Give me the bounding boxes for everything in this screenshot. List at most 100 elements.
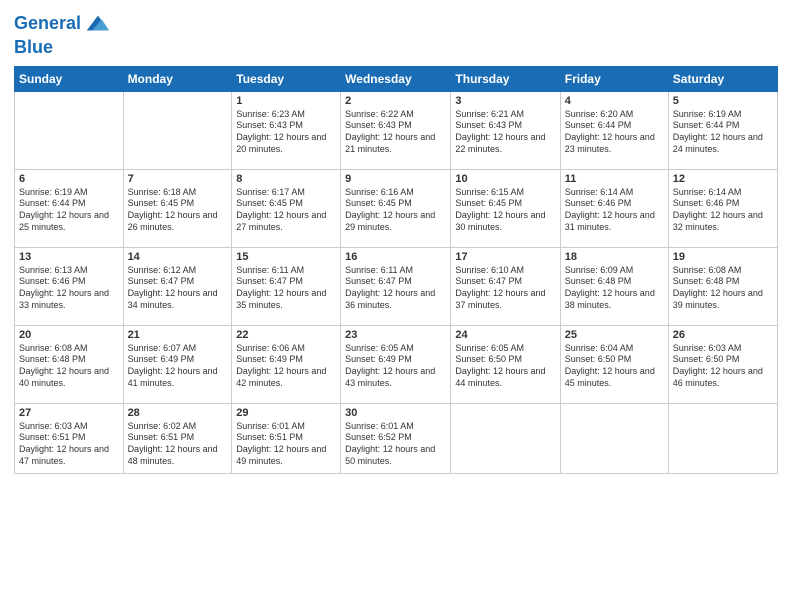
day-number: 6: [19, 173, 119, 185]
day-number: 14: [128, 251, 228, 263]
calendar: SundayMondayTuesdayWednesdayThursdayFrid…: [14, 66, 778, 474]
calendar-cell: 20 Sunrise: 6:08 AM Sunset: 6:48 PM Dayli…: [15, 325, 124, 403]
day-number: 1: [236, 95, 336, 107]
cell-text: Sunrise: 6:19 AM Sunset: 6:44 PM Dayligh…: [19, 187, 119, 234]
cell-text: Sunrise: 6:15 AM Sunset: 6:45 PM Dayligh…: [455, 187, 555, 234]
calendar-cell: 15 Sunrise: 6:11 AM Sunset: 6:47 PM Dayli…: [232, 247, 341, 325]
weekday-header-friday: Friday: [560, 66, 668, 91]
cell-text: Sunrise: 6:11 AM Sunset: 6:47 PM Dayligh…: [345, 265, 446, 312]
cell-text: Sunrise: 6:22 AM Sunset: 6:43 PM Dayligh…: [345, 109, 446, 156]
weekday-header-saturday: Saturday: [668, 66, 777, 91]
week-row-2: 6 Sunrise: 6:19 AM Sunset: 6:44 PM Daylig…: [15, 169, 778, 247]
week-row-3: 13Sunrise: 6:13 AM Sunset: 6:46 PM Dayli…: [15, 247, 778, 325]
week-row-4: 20 Sunrise: 6:08 AM Sunset: 6:48 PM Dayli…: [15, 325, 778, 403]
cell-text: Sunrise: 6:01 AM Sunset: 6:51 PM Dayligh…: [236, 421, 336, 468]
cell-text: Sunrise: 6:05 AM Sunset: 6:50 PM Dayligh…: [455, 343, 555, 390]
cell-text: Sunrise: 6:14 AM Sunset: 6:46 PM Dayligh…: [673, 187, 773, 234]
week-row-5: 27 Sunrise: 6:03 AM Sunset: 6:51 PM Dayli…: [15, 403, 778, 473]
day-number: 27: [19, 407, 119, 419]
calendar-cell: 12 Sunrise: 6:14 AM Sunset: 6:46 PM Dayli…: [668, 169, 777, 247]
cell-text: Sunrise: 6:18 AM Sunset: 6:45 PM Dayligh…: [128, 187, 228, 234]
weekday-header-row: SundayMondayTuesdayWednesdayThursdayFrid…: [15, 66, 778, 91]
calendar-cell: 4 Sunrise: 6:20 AM Sunset: 6:44 PM Daylig…: [560, 91, 668, 169]
cell-text: Sunrise: 6:16 AM Sunset: 6:45 PM Dayligh…: [345, 187, 446, 234]
calendar-cell: 2 Sunrise: 6:22 AM Sunset: 6:43 PM Daylig…: [341, 91, 451, 169]
calendar-cell: 27 Sunrise: 6:03 AM Sunset: 6:51 PM Dayli…: [15, 403, 124, 473]
cell-text: Sunrise: 6:07 AM Sunset: 6:49 PM Dayligh…: [128, 343, 228, 390]
calendar-cell: 6 Sunrise: 6:19 AM Sunset: 6:44 PM Daylig…: [15, 169, 124, 247]
day-number: 3: [455, 95, 555, 107]
cell-text: Sunrise: 6:20 AM Sunset: 6:44 PM Dayligh…: [565, 109, 664, 156]
calendar-cell: 18 Sunrise: 6:09 AM Sunset: 6:48 PM Dayli…: [560, 247, 668, 325]
day-number: 24: [455, 329, 555, 341]
calendar-cell: 21 Sunrise: 6:07 AM Sunset: 6:49 PM Dayli…: [123, 325, 232, 403]
day-number: 23: [345, 329, 446, 341]
logo: General Blue: [14, 10, 111, 58]
calendar-cell: 3Sunrise: 6:21 AM Sunset: 6:43 PM Daylig…: [451, 91, 560, 169]
cell-text: Sunrise: 6:01 AM Sunset: 6:52 PM Dayligh…: [345, 421, 446, 468]
day-number: 5: [673, 95, 773, 107]
day-number: 7: [128, 173, 228, 185]
calendar-cell: [668, 403, 777, 473]
calendar-cell: [560, 403, 668, 473]
calendar-cell: [451, 403, 560, 473]
calendar-cell: 16 Sunrise: 6:11 AM Sunset: 6:47 PM Dayli…: [341, 247, 451, 325]
day-number: 17: [455, 251, 555, 263]
cell-text: Sunrise: 6:03 AM Sunset: 6:51 PM Dayligh…: [19, 421, 119, 468]
cell-text: Sunrise: 6:17 AM Sunset: 6:45 PM Dayligh…: [236, 187, 336, 234]
day-number: 18: [565, 251, 664, 263]
day-number: 11: [565, 173, 664, 185]
day-number: 26: [673, 329, 773, 341]
calendar-cell: 25 Sunrise: 6:04 AM Sunset: 6:50 PM Dayli…: [560, 325, 668, 403]
calendar-cell: 23Sunrise: 6:05 AM Sunset: 6:49 PM Dayli…: [341, 325, 451, 403]
cell-text: Sunrise: 6:04 AM Sunset: 6:50 PM Dayligh…: [565, 343, 664, 390]
weekday-header-wednesday: Wednesday: [341, 66, 451, 91]
day-number: 28: [128, 407, 228, 419]
calendar-cell: 11 Sunrise: 6:14 AM Sunset: 6:46 PM Dayli…: [560, 169, 668, 247]
calendar-cell: 26Sunrise: 6:03 AM Sunset: 6:50 PM Dayli…: [668, 325, 777, 403]
page: General Blue SundayMondayTuesdayWednesda…: [0, 0, 792, 612]
cell-text: Sunrise: 6:11 AM Sunset: 6:47 PM Dayligh…: [236, 265, 336, 312]
calendar-cell: 8 Sunrise: 6:17 AM Sunset: 6:45 PM Daylig…: [232, 169, 341, 247]
calendar-cell: [15, 91, 124, 169]
day-number: 12: [673, 173, 773, 185]
day-number: 4: [565, 95, 664, 107]
calendar-cell: 22 Sunrise: 6:06 AM Sunset: 6:49 PM Dayli…: [232, 325, 341, 403]
calendar-cell: 5 Sunrise: 6:19 AM Sunset: 6:44 PM Daylig…: [668, 91, 777, 169]
cell-text: Sunrise: 6:06 AM Sunset: 6:49 PM Dayligh…: [236, 343, 336, 390]
day-number: 21: [128, 329, 228, 341]
cell-text: Sunrise: 6:08 AM Sunset: 6:48 PM Dayligh…: [673, 265, 773, 312]
day-number: 15: [236, 251, 336, 263]
cell-text: Sunrise: 6:19 AM Sunset: 6:44 PM Dayligh…: [673, 109, 773, 156]
cell-text: Sunrise: 6:23 AM Sunset: 6:43 PM Dayligh…: [236, 109, 336, 156]
day-number: 20: [19, 329, 119, 341]
calendar-cell: 13Sunrise: 6:13 AM Sunset: 6:46 PM Dayli…: [15, 247, 124, 325]
calendar-cell: 10 Sunrise: 6:15 AM Sunset: 6:45 PM Dayli…: [451, 169, 560, 247]
logo-text: General: [14, 14, 81, 34]
calendar-cell: 17 Sunrise: 6:10 AM Sunset: 6:47 PM Dayli…: [451, 247, 560, 325]
day-number: 22: [236, 329, 336, 341]
calendar-cell: 1 Sunrise: 6:23 AM Sunset: 6:43 PM Daylig…: [232, 91, 341, 169]
day-number: 10: [455, 173, 555, 185]
header: General Blue: [14, 10, 778, 58]
cell-text: Sunrise: 6:12 AM Sunset: 6:47 PM Dayligh…: [128, 265, 228, 312]
calendar-cell: 28Sunrise: 6:02 AM Sunset: 6:51 PM Dayli…: [123, 403, 232, 473]
cell-text: Sunrise: 6:09 AM Sunset: 6:48 PM Dayligh…: [565, 265, 664, 312]
calendar-cell: 7 Sunrise: 6:18 AM Sunset: 6:45 PM Daylig…: [123, 169, 232, 247]
cell-text: Sunrise: 6:14 AM Sunset: 6:46 PM Dayligh…: [565, 187, 664, 234]
cell-text: Sunrise: 6:10 AM Sunset: 6:47 PM Dayligh…: [455, 265, 555, 312]
day-number: 9: [345, 173, 446, 185]
day-number: 16: [345, 251, 446, 263]
weekday-header-sunday: Sunday: [15, 66, 124, 91]
calendar-cell: 24 Sunrise: 6:05 AM Sunset: 6:50 PM Dayli…: [451, 325, 560, 403]
calendar-cell: [123, 91, 232, 169]
week-row-1: 1 Sunrise: 6:23 AM Sunset: 6:43 PM Daylig…: [15, 91, 778, 169]
day-number: 8: [236, 173, 336, 185]
day-number: 19: [673, 251, 773, 263]
logo-icon: [83, 10, 111, 38]
weekday-header-monday: Monday: [123, 66, 232, 91]
cell-text: Sunrise: 6:08 AM Sunset: 6:48 PM Dayligh…: [19, 343, 119, 390]
day-number: 25: [565, 329, 664, 341]
calendar-cell: 19 Sunrise: 6:08 AM Sunset: 6:48 PM Dayli…: [668, 247, 777, 325]
day-number: 2: [345, 95, 446, 107]
